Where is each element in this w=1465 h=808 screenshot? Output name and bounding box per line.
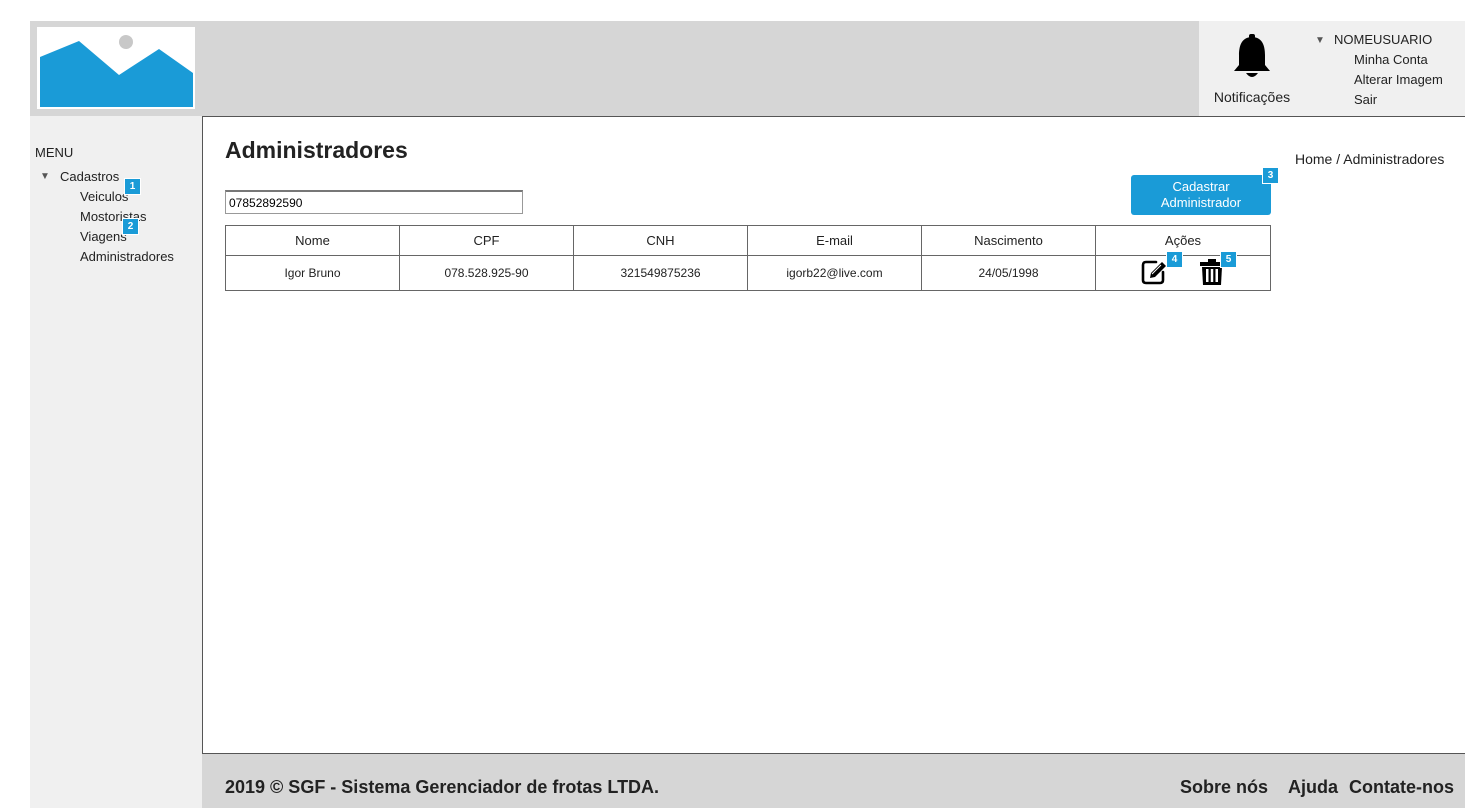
- column-header-email[interactable]: E-mail: [747, 225, 922, 256]
- annotation-badge: 4: [1167, 252, 1182, 267]
- annotation-badge: 3: [1263, 168, 1278, 183]
- add-administrator-button[interactable]: Cadastrar Administrador: [1131, 175, 1271, 215]
- user-name[interactable]: NOMEUSUARIO: [1334, 32, 1432, 47]
- cell-acoes: [1095, 255, 1271, 291]
- sidebar-item-administradores[interactable]: Administradores: [80, 249, 174, 264]
- logo-image-icon[interactable]: [37, 27, 195, 109]
- breadcrumb[interactable]: Home / Administradores: [1295, 151, 1444, 167]
- menu-item-logout[interactable]: Sair: [1354, 92, 1377, 107]
- sidebar-title: MENU: [35, 145, 74, 160]
- annotation-badge: 5: [1221, 252, 1236, 267]
- annotation-badge: 1: [125, 179, 140, 194]
- column-header-nome[interactable]: Nome: [225, 225, 400, 256]
- menu-item-my-account[interactable]: Minha Conta: [1354, 52, 1428, 67]
- cell-cpf: 078.528.925-90: [399, 255, 574, 291]
- column-header-cnh[interactable]: CNH: [573, 225, 748, 256]
- administrators-table: Nome CPF CNH E-mail Nascimento Ações Igo…: [225, 225, 1271, 291]
- table-header-row: Nome CPF CNH E-mail Nascimento Ações: [225, 225, 1271, 256]
- menu-item-change-image[interactable]: Alterar Imagem: [1354, 72, 1443, 87]
- sidebar-group-cadastros[interactable]: Cadastros: [60, 169, 119, 184]
- page-title: Administradores: [225, 137, 408, 163]
- sidebar-item-viagens[interactable]: Viagens: [80, 229, 127, 244]
- footer-link-help[interactable]: Ajuda: [1288, 777, 1338, 798]
- sidebar-item-veiculos[interactable]: Veiculos: [80, 189, 128, 204]
- footer-copyright: 2019 © SGF - Sistema Gerenciador de frot…: [225, 777, 660, 797]
- cell-cnh: 321549875236: [573, 255, 748, 291]
- cell-nascimento: 24/05/1998: [921, 255, 1096, 291]
- annotation-badge: 2: [123, 219, 138, 234]
- edit-icon[interactable]: [1140, 258, 1168, 289]
- column-header-acoes: Ações: [1095, 225, 1271, 256]
- column-header-nascimento[interactable]: Nascimento: [921, 225, 1096, 256]
- footer-link-contact[interactable]: Contate-nos: [1349, 777, 1454, 798]
- footer-link-about[interactable]: Sobre nós: [1180, 777, 1268, 798]
- user-menu-caret-icon[interactable]: ▼: [1315, 35, 1325, 46]
- cell-nome: Igor Bruno: [225, 255, 400, 291]
- column-header-cpf[interactable]: CPF: [399, 225, 574, 256]
- cadastros-caret-icon[interactable]: ▼: [40, 171, 50, 182]
- notifications-label[interactable]: Notificações: [1210, 89, 1294, 105]
- bell-icon[interactable]: [1232, 34, 1272, 80]
- table-row[interactable]: Igor Bruno 078.528.925-90 321549875236 i…: [225, 255, 1271, 291]
- cell-email: igorb22@live.com: [747, 255, 922, 291]
- search-input[interactable]: [225, 190, 523, 214]
